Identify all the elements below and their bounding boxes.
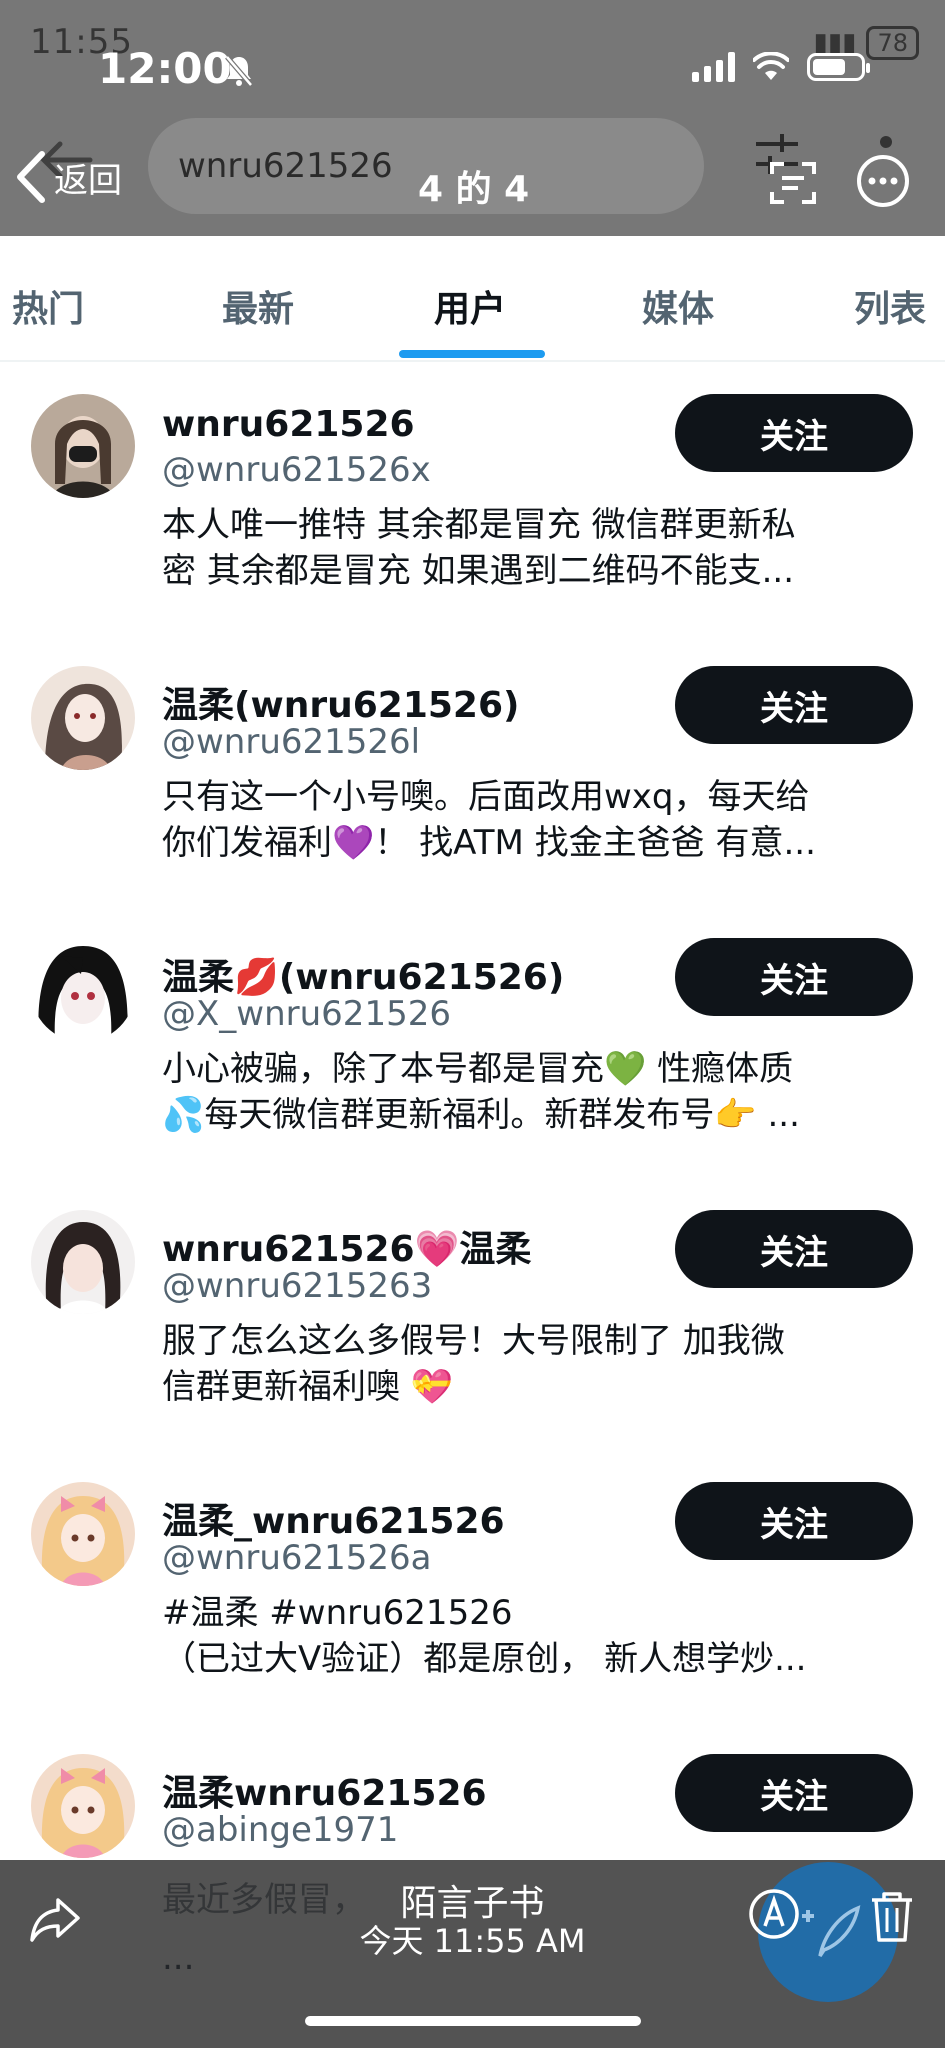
chevron-left-icon [17, 151, 45, 203]
avatar[interactable] [31, 394, 135, 498]
display-name: 温柔wnru621526 [162, 1773, 487, 1814]
status-icons [692, 52, 870, 82]
compose-icon [802, 1905, 861, 1957]
signal-icon [692, 52, 735, 82]
user-bio: 小心被骗，除了本号都是冒充💚 性瘾体质 💦每天微信群更新福利。新群发布号👉 ..… [162, 1046, 902, 1138]
user-handle: @X_wnru621526 [162, 994, 451, 1034]
display-name: wnru621526💗温柔 [162, 1229, 532, 1270]
avatar[interactable] [31, 1210, 135, 1314]
avatar[interactable] [31, 666, 135, 770]
user-handle: @wnru6215263 [162, 1266, 433, 1306]
tab-lists[interactable]: 列表 [854, 280, 926, 332]
bell-muted-icon [225, 55, 253, 87]
search-tabs: 热门 最新 用户 媒体 列表 [0, 236, 945, 362]
bio-line: 信群更新福利噢 💝 [162, 1367, 454, 1407]
wifi-icon [753, 52, 789, 80]
tab-latest[interactable]: 最新 [222, 280, 294, 332]
bio-line: 密 其余都是冒充 如果遇到二维码不能支... [162, 551, 795, 591]
user-row[interactable]: wnru621526 @wnru621526x 本人唯一推特 其余都是冒充 微信… [0, 380, 945, 650]
avatar[interactable] [31, 1482, 135, 1586]
tab-media[interactable]: 媒体 [642, 280, 714, 332]
follow-button[interactable]: 关注 [675, 1210, 913, 1288]
display-name: 温柔(wnru621526) [162, 685, 520, 726]
follow-button[interactable]: 关注 [675, 666, 913, 744]
active-tab-indicator [399, 350, 545, 358]
bio-line: 小心被骗，除了本号都是冒充💚 性瘾体质 [162, 1049, 794, 1089]
more-icon[interactable] [856, 154, 910, 208]
home-indicator [305, 2016, 641, 2026]
back-button[interactable]: 返回 [14, 150, 122, 204]
edit-icon[interactable] [748, 1888, 800, 1940]
user-row[interactable]: 温柔💋(wnru621526) @X_wnru621526 小心被骗，除了本号都… [0, 924, 945, 1194]
user-handle: @wnru621526l [162, 722, 421, 762]
user-row[interactable]: 温柔(wnru621526) @wnru621526l 只有这一个小号噢。后面改… [0, 652, 945, 922]
page-indicator: 4 的 4 [418, 169, 530, 210]
tab-people[interactable]: 用户 [434, 280, 506, 332]
user-row[interactable]: 温柔_wnru621526 @wnru621526a #温柔 #wnru6215… [0, 1468, 945, 1738]
bio-line: 💦每天微信群更新福利。新群发布号👉 ... [162, 1095, 800, 1135]
follow-button[interactable]: 关注 [675, 1754, 913, 1832]
follow-button[interactable]: 关注 [675, 938, 913, 1016]
battery-icon [807, 53, 870, 81]
avatar[interactable] [31, 938, 135, 1042]
avatar[interactable] [31, 1754, 135, 1858]
user-handle: @abinge1971 [162, 1810, 399, 1850]
user-handle: @wnru621526a [162, 1538, 432, 1578]
bio-line: （已过大V验证）都是原创， 新人想学炒... [162, 1639, 807, 1679]
user-bio: 服了怎么这么多假号！大号限制了 加我微 信群更新福利噢 💝 [162, 1318, 902, 1410]
user-bio: 本人唯一推特 其余都是冒充 微信群更新私 密 其余都是冒充 如果遇到二维码不能支… [162, 502, 902, 594]
back-label: 返回 [54, 160, 122, 201]
follow-button[interactable]: 关注 [675, 1482, 913, 1560]
bio-line: 你们发福利💜！ 找ATM 找金主爸爸 有意... [162, 823, 816, 863]
follow-button[interactable]: 关注 [675, 394, 913, 472]
status-time: 12:00 [98, 44, 232, 93]
bio-line: #温柔 #wnru621526 [162, 1593, 513, 1633]
tab-top[interactable]: 热门 [12, 280, 84, 332]
scan-icon[interactable] [768, 160, 818, 206]
search-query: wnru621526 [178, 146, 393, 186]
bio-line: 服了怎么这么多假号！大号限制了 加我微 [162, 1321, 785, 1361]
user-row[interactable]: wnru621526💗温柔 @wnru6215263 服了怎么这么多假号！大号限… [0, 1196, 945, 1466]
bio-line: 本人唯一推特 其余都是冒充 微信群更新私 [162, 505, 796, 545]
inner-battery-level: 78 [866, 26, 919, 60]
user-bio: #温柔 #wnru621526 （已过大V验证）都是原创， 新人想学炒... [162, 1590, 902, 1682]
inner-more-dot [880, 136, 892, 148]
display-name: 温柔_wnru621526 [162, 1501, 505, 1542]
user-bio: 只有这一个小号噢。后面改用wxq，每天给 你们发福利💜！ 找ATM 找金主爸爸 … [162, 774, 902, 866]
display-name: wnru621526 [162, 404, 415, 445]
user-handle: @wnru621526x [162, 450, 431, 490]
display-name: 温柔💋(wnru621526) [162, 957, 565, 998]
trash-icon[interactable] [868, 1888, 916, 1944]
bio-line: 只有这一个小号噢。后面改用wxq，每天给 [162, 777, 810, 817]
